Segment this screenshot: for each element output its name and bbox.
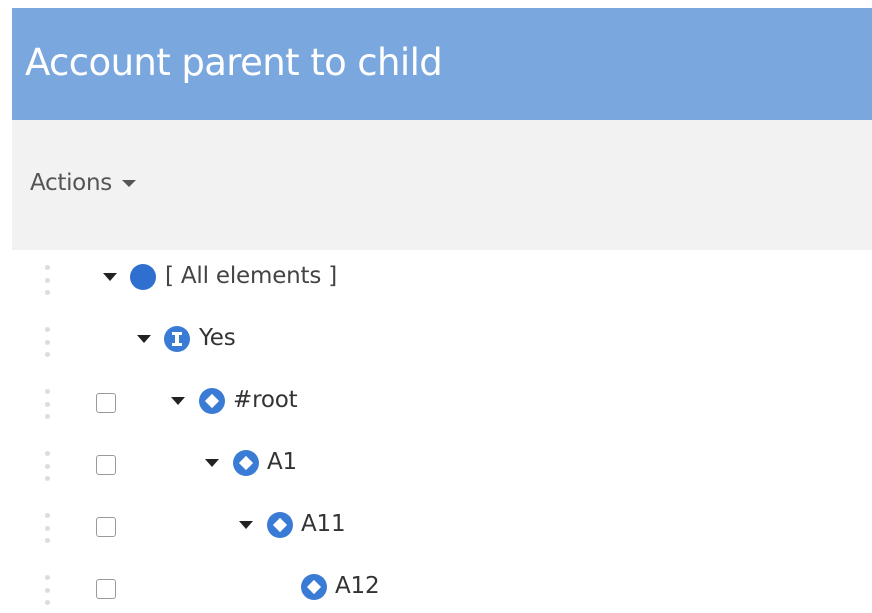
tree-node-label[interactable]: A12 — [335, 570, 380, 602]
row-checkbox[interactable] — [96, 393, 116, 413]
tree-row-a11[interactable]: A11 — [12, 498, 872, 560]
diamond-circle-icon — [301, 574, 327, 600]
drag-handle-icon[interactable] — [44, 513, 50, 543]
diamond-circle-icon — [199, 388, 225, 414]
tree-row-root[interactable]: #root — [12, 374, 872, 436]
tree-row-a12[interactable]: A12 — [12, 560, 872, 613]
drag-handle-icon[interactable] — [44, 575, 50, 605]
actions-dropdown-button[interactable]: Actions — [30, 166, 136, 200]
diamond-circle-icon — [233, 450, 259, 476]
collapse-caret-icon[interactable] — [137, 335, 151, 343]
page-header: Account parent to child — [12, 8, 872, 120]
info-circle-icon — [164, 326, 190, 352]
page-title: Account parent to child — [25, 41, 443, 84]
tree-node-label[interactable]: A1 — [267, 446, 297, 478]
collapse-caret-icon[interactable] — [103, 273, 117, 281]
caret-down-icon — [121, 179, 136, 187]
tree-node-label[interactable]: A11 — [301, 508, 346, 540]
filled-circle-icon — [130, 264, 156, 290]
page: Account parent to child Actions [ All el… — [0, 0, 872, 613]
tree-row-yes[interactable]: Yes — [12, 312, 872, 374]
tree-node-label[interactable]: #root — [233, 384, 298, 416]
drag-handle-icon[interactable] — [44, 327, 50, 357]
drag-handle-icon[interactable] — [44, 389, 50, 419]
tree-node-label[interactable]: Yes — [199, 322, 236, 354]
actions-label: Actions — [30, 170, 112, 196]
collapse-caret-icon[interactable] — [205, 459, 219, 467]
tree-row-a1[interactable]: A1 — [12, 436, 872, 498]
toolbar: Actions — [12, 120, 872, 250]
drag-handle-icon[interactable] — [44, 451, 50, 481]
tree-list: [ All elements ] Yes #root A1 A11 A12 — [12, 250, 872, 613]
row-checkbox[interactable] — [96, 455, 116, 475]
row-checkbox[interactable] — [96, 517, 116, 537]
collapse-caret-icon[interactable] — [171, 397, 185, 405]
tree-row-all-elements[interactable]: [ All elements ] — [12, 250, 872, 312]
diamond-circle-icon — [267, 512, 293, 538]
row-checkbox[interactable] — [96, 579, 116, 599]
drag-handle-icon[interactable] — [44, 265, 50, 295]
tree-node-label[interactable]: [ All elements ] — [165, 260, 337, 292]
collapse-caret-icon[interactable] — [239, 521, 253, 529]
